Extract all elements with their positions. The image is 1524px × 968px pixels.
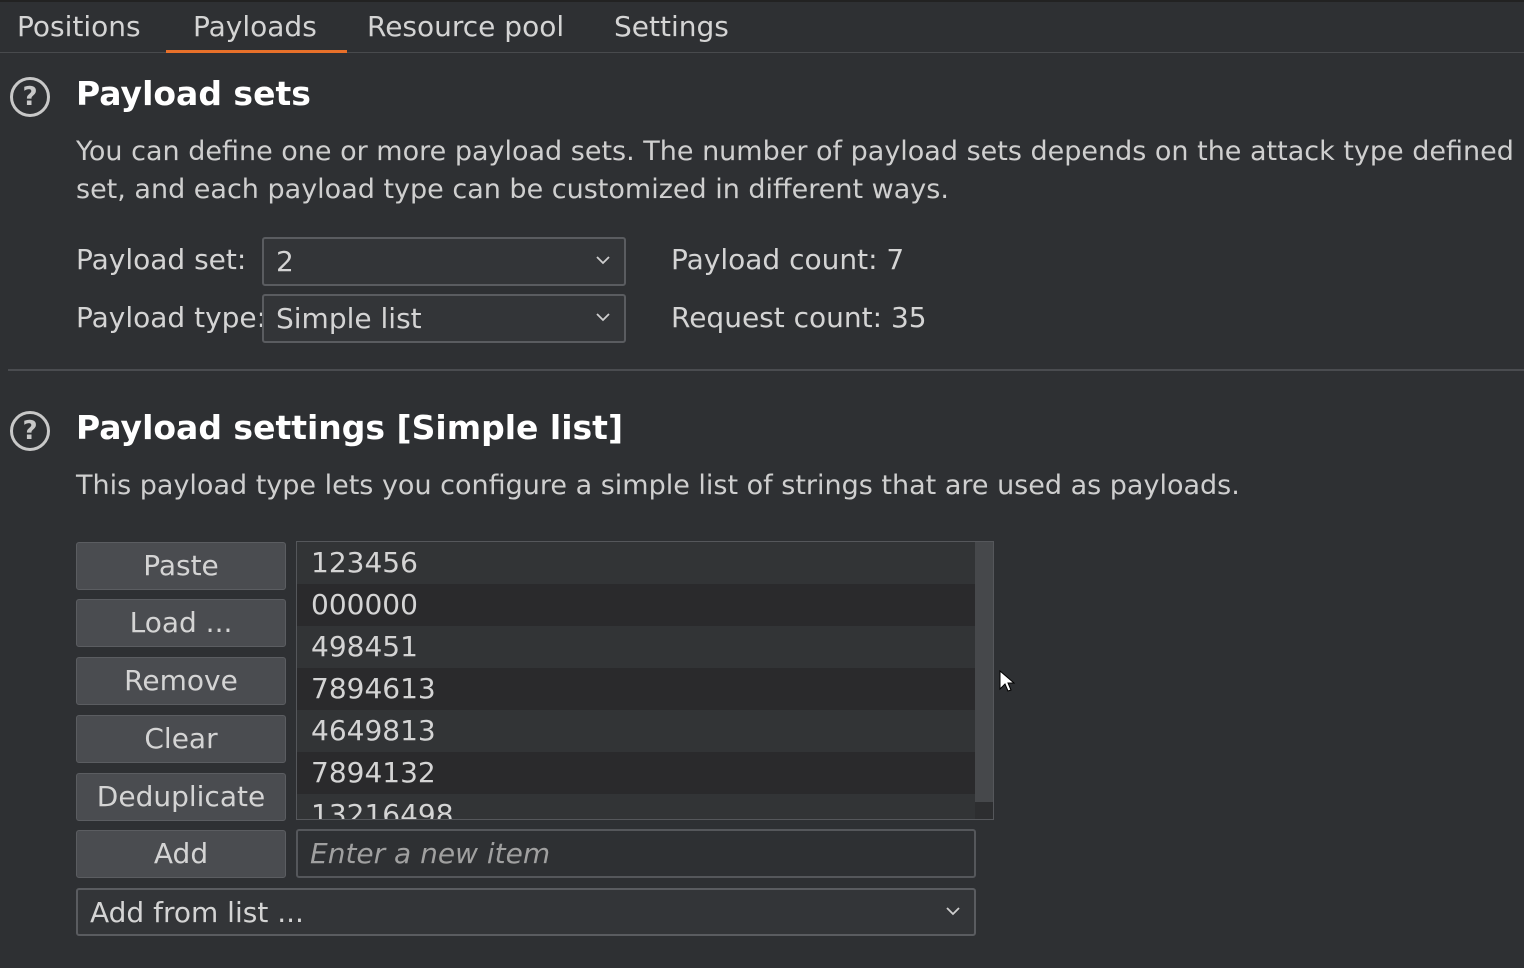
payload-type-value: Simple list: [276, 302, 422, 335]
payload-settings-title: Payload settings [Simple list]: [76, 408, 624, 447]
scrollbar-thumb[interactable]: [975, 542, 993, 802]
tab-positions[interactable]: Positions: [17, 2, 141, 53]
new-item-input[interactable]: [296, 829, 976, 878]
tab-settings[interactable]: Settings: [614, 2, 729, 53]
list-item[interactable]: 498451: [297, 626, 975, 668]
section-divider: [8, 369, 1524, 371]
payload-set-label: Payload set:: [76, 243, 247, 276]
payload-count: Payload count: 7: [671, 243, 905, 276]
payload-set-select[interactable]: 2: [262, 237, 626, 286]
payload-list[interactable]: 123456 000000 498451 7894613 4649813 789…: [296, 541, 994, 820]
list-item[interactable]: 123456: [297, 542, 975, 584]
tab-bar: Positions Payloads Resource pool Setting…: [0, 0, 1524, 53]
payload-sets-description-line2: set, and each payload type can be custom…: [76, 174, 949, 205]
tab-payloads[interactable]: Payloads: [166, 2, 347, 53]
help-icon[interactable]: ?: [10, 77, 50, 117]
payload-type-select[interactable]: Simple list: [262, 294, 626, 343]
list-item[interactable]: 000000: [297, 584, 975, 626]
payload-set-value: 2: [276, 245, 294, 278]
remove-button[interactable]: Remove: [76, 657, 286, 705]
intruder-payloads-panel: Positions Payloads Resource pool Setting…: [0, 0, 1524, 968]
payload-sets-title: Payload sets: [76, 74, 311, 113]
clear-button[interactable]: Clear: [76, 715, 286, 763]
list-scrollbar[interactable]: [975, 542, 993, 819]
paste-button[interactable]: Paste: [76, 542, 286, 590]
list-item[interactable]: 7894613: [297, 668, 975, 710]
chevron-down-icon: [596, 313, 610, 322]
payload-type-label: Payload type:: [76, 301, 267, 334]
payload-sets-description-line1: You can define one or more payload sets.…: [76, 136, 1524, 167]
add-from-list-select[interactable]: Add from list ...: [76, 888, 976, 936]
list-item[interactable]: 13216498: [297, 794, 975, 819]
chevron-down-icon: [946, 907, 960, 916]
payload-settings-description: This payload type lets you configure a s…: [76, 470, 1240, 501]
add-button[interactable]: Add: [76, 830, 286, 878]
list-item[interactable]: 7894132: [297, 752, 975, 794]
load-button[interactable]: Load ...: [76, 599, 286, 647]
request-count: Request count: 35: [671, 301, 927, 334]
list-item[interactable]: 4649813: [297, 710, 975, 752]
mouse-cursor-icon: [999, 670, 1015, 692]
deduplicate-button[interactable]: Deduplicate: [76, 773, 286, 821]
help-icon[interactable]: ?: [10, 411, 50, 451]
chevron-down-icon: [596, 256, 610, 265]
add-from-list-value: Add from list ...: [90, 896, 304, 929]
tab-resource-pool[interactable]: Resource pool: [367, 2, 564, 53]
